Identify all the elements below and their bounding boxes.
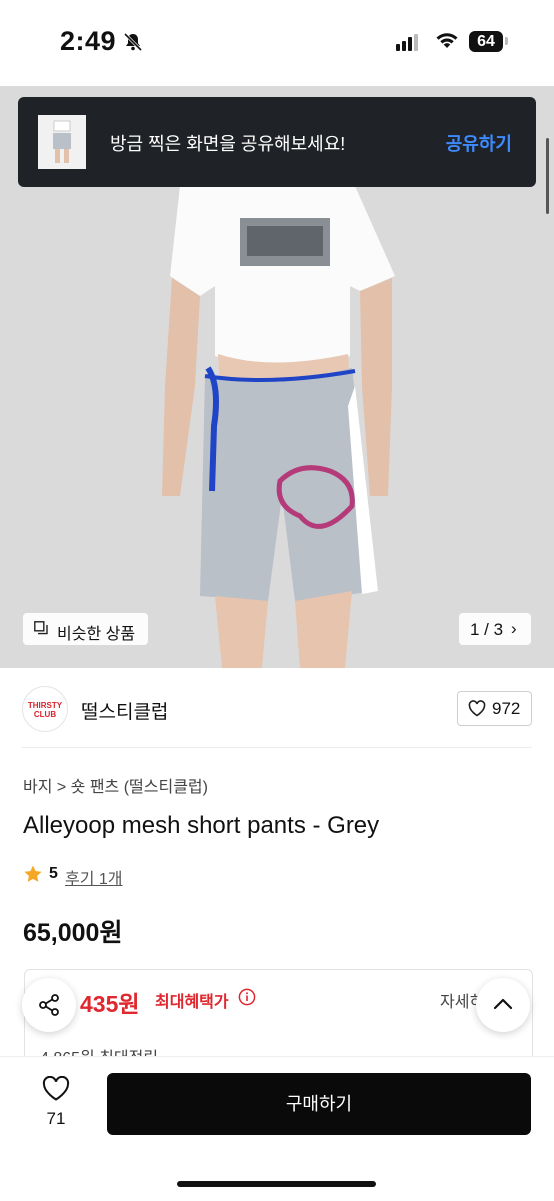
shop-name[interactable]: 떨스티클럽 [81, 697, 168, 724]
product-price: 65,000원 [23, 919, 123, 947]
shop-logo[interactable]: THIRSTY CLUB [22, 686, 68, 732]
toast-share-button[interactable]: 공유하기 [446, 130, 512, 156]
scrollbar-indicator [546, 138, 549, 214]
similar-stack-icon [34, 621, 48, 635]
status-time: 2:49 [60, 26, 117, 56]
shop-like-button[interactable]: 972 [457, 691, 532, 726]
wishlist-count: 71 [46, 1109, 66, 1128]
similar-products-label: 비슷한 상품 [57, 626, 136, 643]
home-indicator [177, 1181, 376, 1187]
cellular-signal-icon [396, 33, 420, 51]
heart-outline-icon [468, 700, 486, 717]
breadcrumb[interactable]: 바지 > 숏 팬츠 (떨스티클럽) [23, 773, 208, 797]
info-icon[interactable] [238, 988, 256, 1006]
share-toast: 방금 찍은 화면을 공유해보세요! 공유하기 [18, 97, 536, 187]
heart-icon [42, 1076, 70, 1101]
star-icon [24, 865, 42, 882]
bell-muted-icon [123, 32, 143, 52]
toast-thumbnail [38, 115, 86, 169]
chevron-up-icon [493, 998, 513, 1010]
shop-logo-text-top: THIRSTY [27, 701, 63, 710]
image-pager-label: 1 / 3 [470, 620, 504, 639]
buy-button[interactable]: 구매하기 [107, 1073, 531, 1135]
shop-like-count: 972 [492, 699, 521, 718]
toast-message: 방금 찍은 화면을 공유해보세요! [110, 134, 346, 154]
section-divider [22, 747, 532, 748]
review-count-link[interactable]: 후기 1개 [65, 865, 123, 889]
share-icon [39, 994, 59, 1016]
shop-logo-text-bottom: CLUB [33, 710, 57, 719]
battery-tip [505, 37, 508, 45]
image-pager-button[interactable]: 1 / 3 › [459, 613, 531, 645]
battery-indicator: 64 [469, 31, 503, 52]
chevron-right-icon: › [511, 619, 517, 638]
max-benefit-price: 435원 [80, 991, 140, 1017]
max-benefit-label: 최대혜택가 [155, 994, 229, 1011]
rating-score: 5 [49, 865, 58, 882]
wishlist-button[interactable]: 71 [34, 1076, 78, 1136]
scroll-top-button[interactable] [476, 978, 530, 1032]
similar-products-button[interactable]: 비슷한 상품 [23, 613, 148, 645]
share-button[interactable] [22, 978, 76, 1032]
product-title: Alleyoop mesh short pants - Grey [23, 812, 380, 839]
wifi-icon [436, 33, 458, 48]
